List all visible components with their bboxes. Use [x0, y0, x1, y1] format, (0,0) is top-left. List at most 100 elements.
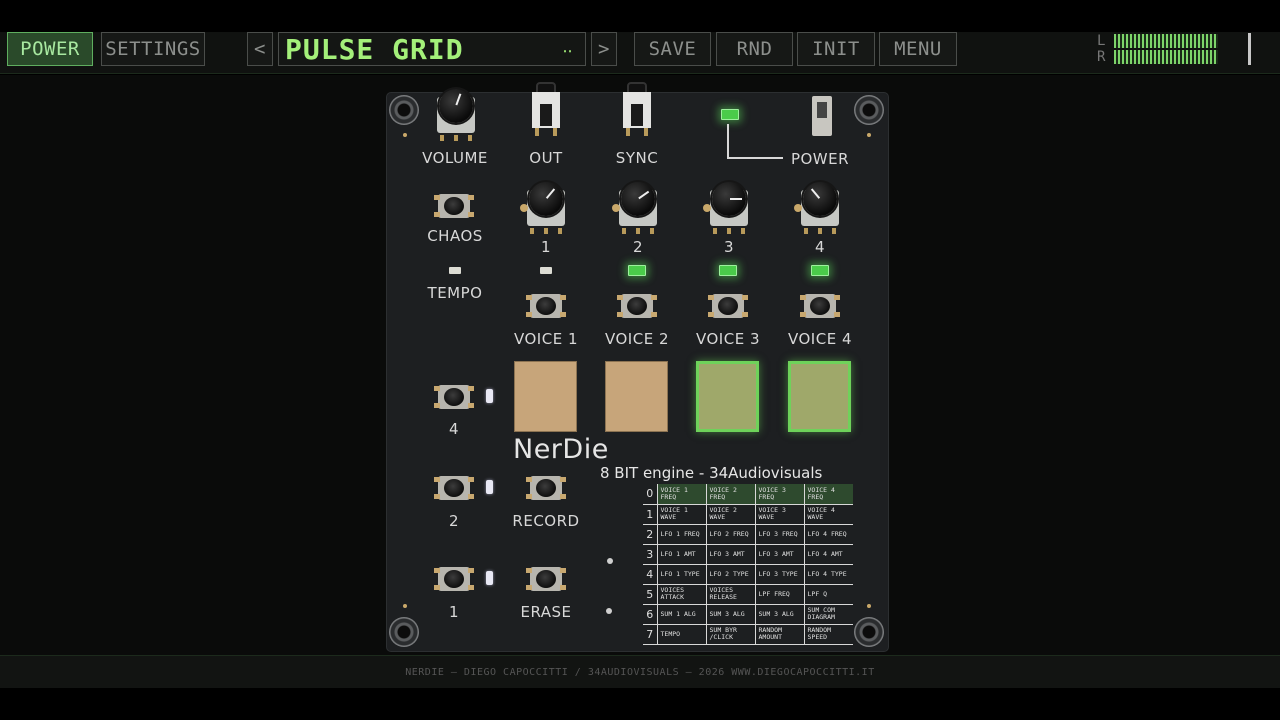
voice-2-knob[interactable]	[612, 182, 658, 240]
level-meter-right	[1114, 50, 1218, 64]
level-meter-left	[1114, 34, 1218, 48]
top-toolbar: POWER SETTINGS < PULSE GRID ․․ > SAVE RN…	[0, 32, 1280, 74]
meter-left-label: L	[1097, 33, 1106, 49]
table-cell: VOICE 1 WAVE	[656, 504, 706, 525]
volume-knob[interactable]	[436, 89, 476, 147]
row-index: 1	[643, 504, 657, 525]
voice-label: VOICE 4	[788, 330, 852, 348]
step-1-label: 1	[448, 603, 460, 621]
table-cell: LFO 1 FREQ	[656, 524, 706, 545]
voice-label: VOICE 2	[605, 330, 669, 348]
voice-3-pad[interactable]	[696, 361, 759, 432]
peak-marker	[1248, 33, 1251, 65]
voice-3-knob[interactable]	[703, 182, 749, 240]
row-index: 2	[643, 524, 657, 545]
row-index: 3	[643, 544, 657, 565]
table-cell: RANDOM SPEED	[803, 624, 853, 645]
step-1-button[interactable]	[434, 564, 474, 594]
table-cell: SUM 1 ALG	[656, 604, 706, 625]
step-4-button[interactable]	[434, 382, 474, 412]
record-label: RECORD	[512, 512, 580, 530]
table-cell: TEMPO	[656, 624, 706, 645]
table-row: 5 VOICES ATTACK VOICES RELEASE LPF FREQ LPF …	[643, 584, 853, 605]
prev-patch-button[interactable]: <	[247, 32, 273, 66]
random-button[interactable]: RND	[716, 32, 793, 66]
step-4-led	[486, 389, 493, 403]
parameter-table: 0 VOICE 1 FREQ VOICE 2 FREQ VOICE 3 FREQ VOI…	[643, 484, 853, 645]
screw-icon	[854, 617, 884, 647]
via-dot	[403, 604, 407, 608]
via-dot	[403, 133, 407, 137]
voice-1-pad[interactable]	[514, 361, 577, 432]
row-index: 7	[643, 624, 657, 645]
table-cell: VOICE 2 FREQ	[705, 484, 755, 505]
power-trace	[727, 124, 729, 158]
table-cell: VOICE 3 WAVE	[754, 504, 804, 525]
power-led	[721, 109, 739, 120]
record-button[interactable]	[526, 473, 566, 503]
init-button[interactable]: INIT	[797, 32, 875, 66]
power-switch[interactable]	[812, 96, 832, 136]
brand-logo: NerDie	[513, 434, 609, 465]
table-cell: SUM BYR /CLICK	[705, 624, 755, 645]
table-cell: VOICES ATTACK	[656, 584, 706, 605]
table-cell: SUM COM DIAGRAM	[803, 604, 853, 625]
table-cell: VOICE 4 WAVE	[803, 504, 853, 525]
sync-jack[interactable]	[620, 82, 654, 140]
table-cell: VOICE 2 WAVE	[705, 504, 755, 525]
tempo-label: TEMPO	[427, 284, 483, 302]
table-cell: VOICES RELEASE	[705, 584, 755, 605]
erase-button[interactable]	[526, 564, 566, 594]
out-label: OUT	[529, 149, 563, 167]
brand-subtitle: 8 BIT engine - 34Audiovisuals	[600, 464, 823, 482]
table-cell: SUM 3 ALG	[754, 604, 804, 625]
table-cell: LPF FREQ	[754, 584, 804, 605]
step-2-label: 2	[448, 512, 460, 530]
table-cell: LFO 2 TYPE	[705, 564, 755, 585]
table-cell: VOICE 1 FREQ	[656, 484, 706, 505]
patch-selector[interactable]: PULSE GRID ․․	[278, 32, 586, 66]
table-row: 2 LFO 1 FREQ LFO 2 FREQ LFO 3 FREQ LFO 4 FRE…	[643, 524, 853, 545]
voice-1-knob[interactable]	[520, 182, 566, 240]
table-cell: LFO 3 FREQ	[754, 524, 804, 545]
voice-4-pad[interactable]	[788, 361, 851, 432]
via-dot	[607, 558, 613, 564]
table-cell: LFO 1 AMT	[656, 544, 706, 565]
meter-right-label: R	[1097, 49, 1106, 65]
voice-4-knob[interactable]	[794, 182, 840, 240]
row-index: 0	[643, 484, 657, 505]
screw-icon	[389, 617, 419, 647]
voice-4-button[interactable]	[800, 291, 840, 321]
voice-1-button[interactable]	[526, 291, 566, 321]
table-cell: LFO 3 TYPE	[754, 564, 804, 585]
table-cell: LFO 2 FREQ	[705, 524, 755, 545]
voice-label: VOICE 1	[514, 330, 578, 348]
table-cell: LPF Q	[803, 584, 853, 605]
power-button[interactable]: POWER	[7, 32, 93, 66]
knob-label: 3	[723, 238, 735, 256]
voice-3-led	[719, 265, 737, 276]
menu-button[interactable]: MENU	[879, 32, 957, 66]
table-cell: LFO 3 AMT	[705, 544, 755, 565]
power-trace	[727, 157, 783, 159]
chaos-label: CHAOS	[427, 227, 483, 245]
volume-label: VOLUME	[422, 149, 488, 167]
chaos-button[interactable]	[434, 191, 474, 221]
voice-4-led	[811, 265, 829, 276]
step-4-label: 4	[448, 420, 460, 438]
settings-button[interactable]: SETTINGS	[101, 32, 205, 66]
voice-2-button[interactable]	[617, 291, 657, 321]
table-row: 7 TEMPO SUM BYR /CLICK RANDOM AMOUNT RANDOM …	[643, 624, 853, 645]
row-index: 6	[643, 604, 657, 625]
table-row: 3 LFO 1 AMT LFO 3 AMT LFO 3 AMT LFO 4 AMT	[643, 544, 853, 565]
voice-3-button[interactable]	[708, 291, 748, 321]
out-jack[interactable]	[529, 82, 563, 140]
step-1-led	[486, 571, 493, 585]
sync-label: SYNC	[615, 149, 659, 167]
step-2-button[interactable]	[434, 473, 474, 503]
next-patch-button[interactable]: >	[591, 32, 617, 66]
voice-2-pad[interactable]	[605, 361, 668, 432]
table-row: 6 SUM 1 ALG SUM 3 ALG SUM 3 ALG SUM COM DIAG…	[643, 604, 853, 625]
save-button[interactable]: SAVE	[634, 32, 711, 66]
table-cell: LFO 4 AMT	[803, 544, 853, 565]
